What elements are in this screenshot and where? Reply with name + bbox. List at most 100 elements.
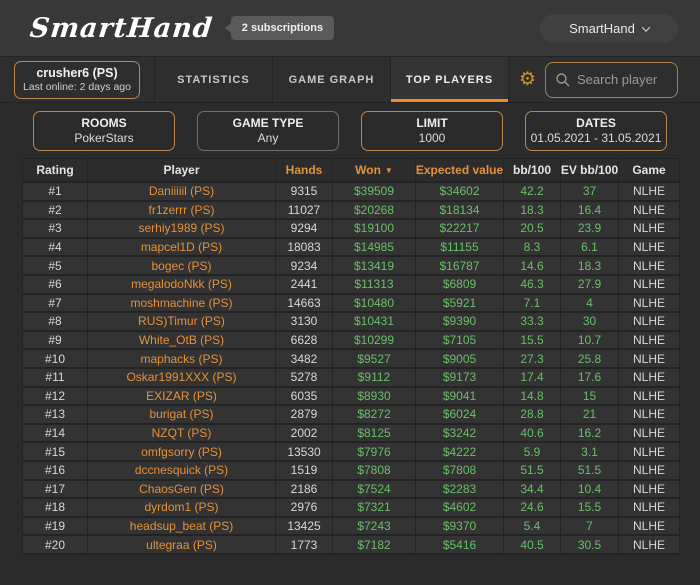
app-logo[interactable]: SmartHand [28,13,214,44]
table-row[interactable]: #12 EXIZAR (PS) 6035 $8930 $9041 14.8 15 NLHE [23,387,679,407]
cell-won: $13419 [333,257,416,274]
table-row[interactable]: #11 Oskar1991XXX (PS) 5278 $9112 $9173 17.4 17… [23,368,679,388]
cell-player: headsup_beat (PS) [88,517,276,535]
player-card-slot: crusher6 (PS) Last online: 2 days ago [0,57,155,102]
tab-game-graph[interactable]: GAME GRAPH [273,57,391,102]
column-header-player[interactable]: Player [88,159,276,181]
cell-game: NLHE [632,240,665,255]
column-header-hands[interactable]: Hands [276,159,333,181]
cell-game: NLHE [632,295,665,310]
table-row[interactable]: #18 dyrdom1 (PS) 2976 $7321 $4602 24.6 15.5 NLH… [23,499,679,518]
column-header-rating[interactable]: Rating [23,159,88,181]
tab-top-players[interactable]: TOP PLAYERS [390,57,509,102]
cell-rating: #8 [23,313,88,330]
cell-ev-bb-100: 4 [561,294,619,312]
tab-statistics[interactable]: STATISTICS [155,57,273,102]
cell-hands: 2002 [276,424,333,442]
cell-player: burigat (PS) [88,406,276,423]
cell-won: $39509 [333,183,416,200]
column-header-expected-value[interactable]: Expected value [416,159,504,181]
cell-bb-100: 51.5 [504,461,561,479]
cell-player: moshmachine (PS) [88,294,276,312]
table-row[interactable]: #20 ultegraa (PS) 1773 $7182 $5416 40.5 30.5 NL… [23,536,679,555]
cell-hands: 2186 [276,480,333,498]
cell-expected-value: $5921 [416,294,504,312]
table-header-row: Rating Player Hands Won ▼ Expected value bb/10… [23,159,679,183]
column-header-ev-bb-100[interactable]: EV bb/100 [561,159,619,181]
filter-dates[interactable]: DATES 01.05.2021 - 31.05.2021 [525,111,667,151]
table-row[interactable]: #3 serhiy1989 (PS) 9294 $19100 $22217 20.5 23.… [23,220,679,239]
table-row[interactable]: #15 omfgsorry (PS) 13530 $7976 $4222 5.9 3.1 NL… [23,443,679,462]
cell-bb-100: 40.5 [504,536,561,553]
cell-rating: #19 [23,517,88,535]
table-row[interactable]: #10 maphacks (PS) 3482 $9527 $9005 27.3 25.8 NL… [23,350,679,369]
table-row[interactable]: #8 RUS)Timur (PS) 3130 $10431 $9390 33.3 30 NLH… [23,313,679,332]
table-row[interactable]: #17 ChaosGen (PS) 2186 $7524 $2283 34.4 10.4 NL… [23,480,679,500]
cell-player: ultegraa (PS) [88,536,276,553]
cell-won: $10480 [333,294,416,312]
cell-player: mapcel1D (PS) [88,238,276,256]
cell-hands: 2441 [276,275,333,293]
cell-bb-100: 14.6 [504,257,561,274]
table-row[interactable]: #2 fr1zerrr (PS) 11027 $20268 $18134 18.3 16.4… [23,201,679,221]
settings-gear-icon[interactable]: ⚙ [519,57,536,102]
table-row[interactable]: #6 megalodoNkk (PS) 2441 $11313 $6809 46.3 27.… [23,275,679,295]
cell-rating: #6 [23,275,88,293]
cell-bb-100: 5.9 [504,443,561,460]
cell-rating: #12 [23,387,88,405]
cell-rating: #11 [23,368,88,386]
cell-expected-value: $18134 [416,201,504,219]
table-row[interactable]: #13 burigat (PS) 2879 $8272 $6024 28.8 21 NLHE [23,406,679,425]
account-menu-button[interactable]: SmartHand [540,14,678,43]
table-row[interactable]: #16 dccnesquick (PS) 1519 $7808 $7808 51.5 51.… [23,461,679,481]
cell-player: Daniiiiil (PS) [88,183,276,200]
cell-bb-100: 15.5 [504,331,561,349]
cell-hands: 18083 [276,238,333,256]
table-row[interactable]: #14 NZQT (PS) 2002 $8125 $3242 40.6 16.2 NLHE [23,424,679,444]
column-header-won[interactable]: Won ▼ [333,159,416,181]
cell-hands: 2976 [276,499,333,516]
column-header-bb-100[interactable]: bb/100 [504,159,561,181]
cell-player: White_OtB (PS) [88,331,276,349]
cell-hands: 3482 [276,350,333,367]
table-row[interactable]: #9 White_OtB (PS) 6628 $10299 $7105 15.5 10.7 N… [23,331,679,351]
cell-player: maphacks (PS) [88,350,276,367]
table-row[interactable]: #7 moshmachine (PS) 14663 $10480 $5921 7.1 4 NL… [23,294,679,314]
player-card[interactable]: crusher6 (PS) Last online: 2 days ago [13,60,140,99]
column-header-game[interactable]: Game [619,159,679,181]
cell-expected-value: $7105 [416,331,504,349]
table-row[interactable]: #19 headsup_beat (PS) 13425 $7243 $9370 5.4 7 N… [23,517,679,537]
cell-won: $7976 [333,443,416,460]
filter-limit[interactable]: LIMIT 1000 [361,111,503,151]
cell-expected-value: $6809 [416,275,504,293]
cell-expected-value: $7808 [416,461,504,479]
cell-won: $20268 [333,201,416,219]
table-row[interactable]: #1 Daniiiiil (PS) 9315 $39509 $34602 42.2 37 NL… [23,183,679,202]
filter-game-type[interactable]: GAME TYPE Any [197,111,339,151]
cell-rating: #15 [23,443,88,460]
cell-won: $8272 [333,406,416,423]
cell-hands: 1519 [276,461,333,479]
cell-won: $19100 [333,220,416,237]
cell-player: omfgsorry (PS) [88,443,276,460]
cell-game: NLHE [632,370,665,385]
cell-expected-value: $2283 [416,480,504,498]
cell-bb-100: 18.3 [504,201,561,219]
cell-expected-value: $22217 [416,220,504,237]
filter-label: LIMIT [416,116,448,130]
subscriptions-badge: 2 subscriptions [224,16,335,40]
cell-ev-bb-100: 15.5 [561,499,619,516]
subscriptions-badge-label: 2 subscriptions [241,22,324,34]
cell-expected-value: $4602 [416,499,504,516]
cell-bb-100: 14.8 [504,387,561,405]
filter-rooms[interactable]: ROOMS PokerStars [33,111,175,151]
cell-game: NLHE [632,258,665,273]
table-row[interactable]: #4 mapcel1D (PS) 18083 $14985 $11155 8.3 6.1 NL… [23,238,679,258]
cell-game: NLHE [632,407,665,422]
table-row[interactable]: #5 bogec (PS) 9234 $13419 $16787 14.6 18.3 NLHE [23,257,679,276]
cell-game: NLHE [632,426,665,441]
filter-label: GAME TYPE [232,116,304,130]
cell-bb-100: 42.2 [504,183,561,200]
cell-rating: #17 [23,480,88,498]
cell-expected-value: $34602 [416,183,504,200]
